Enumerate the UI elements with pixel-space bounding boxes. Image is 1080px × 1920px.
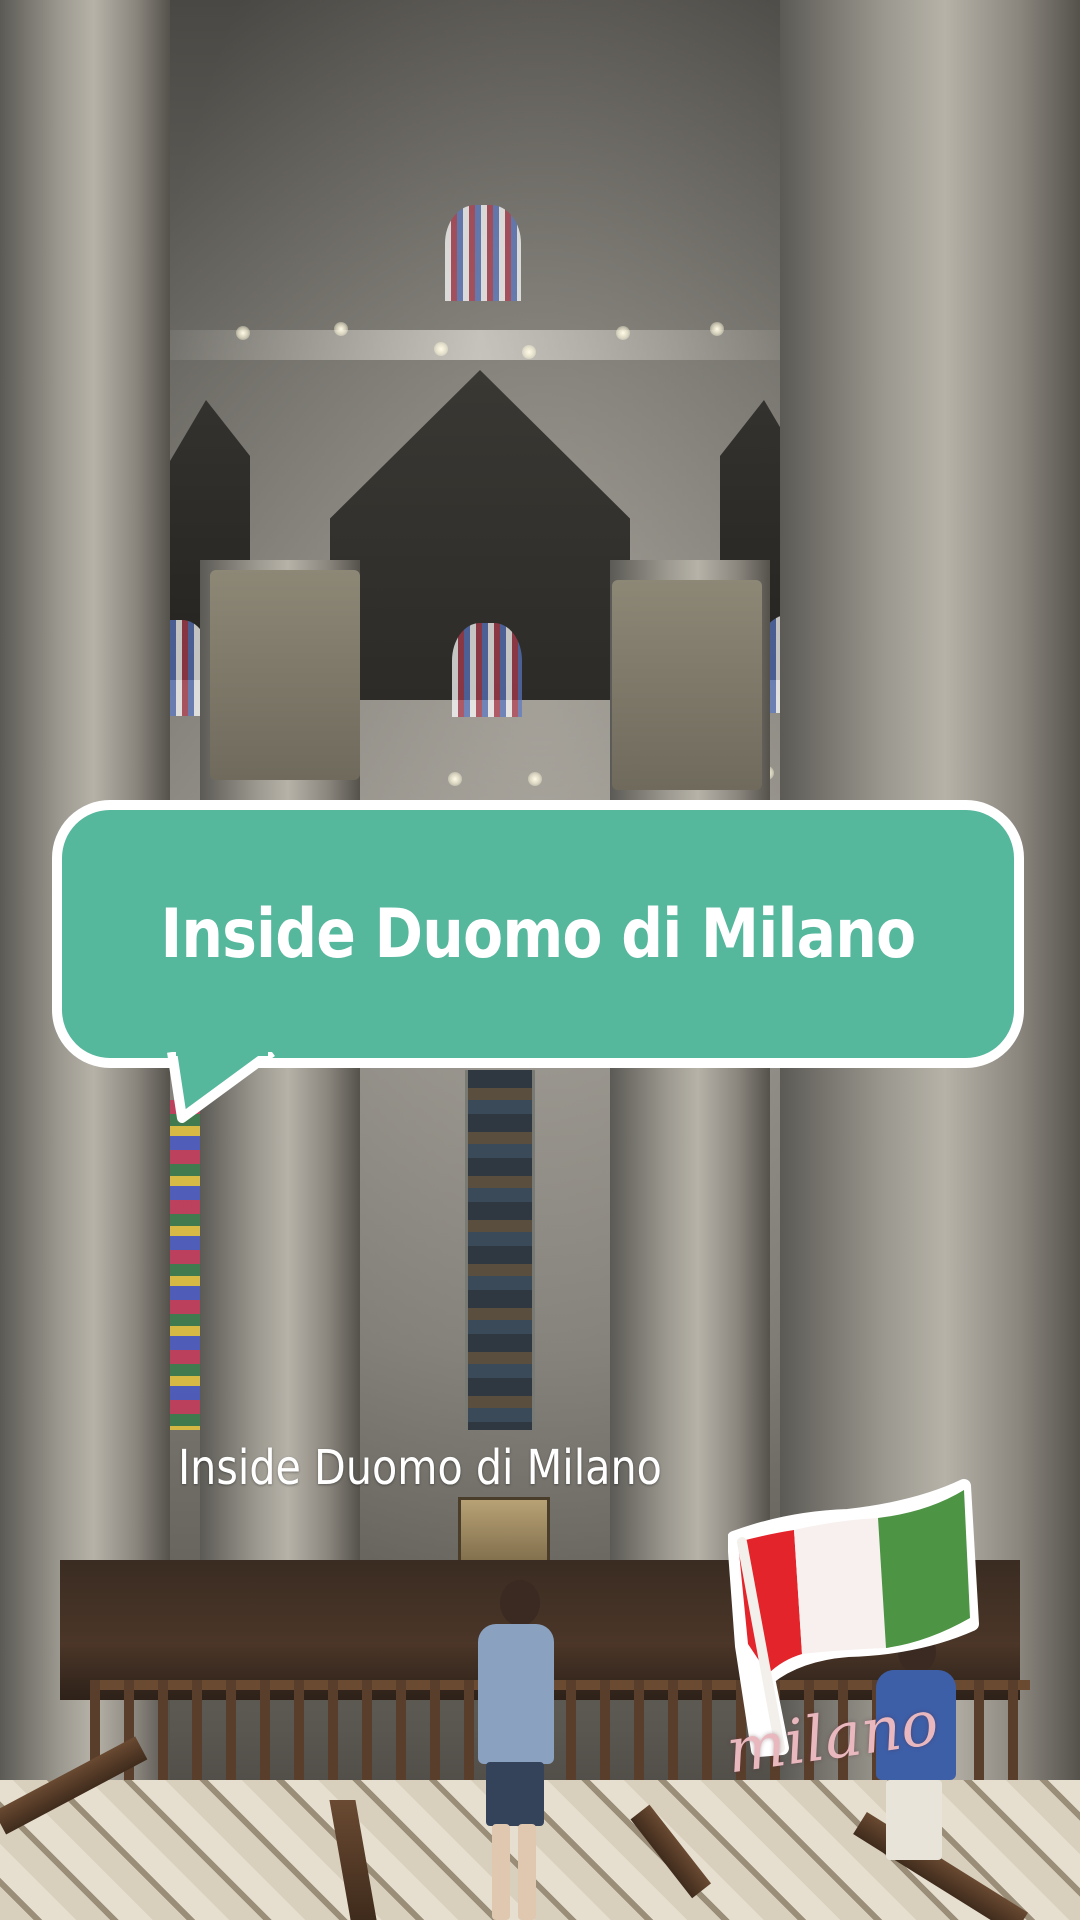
title-speech-bubble: Inside Duomo di Milano	[52, 800, 1024, 1068]
caption-text: Inside Duomo di Milano	[178, 1440, 662, 1496]
title-text: Inside Duomo di Milano	[160, 894, 917, 974]
video-frame: Inside Duomo di Milano Inside Duomo di M…	[0, 0, 1080, 1920]
speech-bubble-tail-icon	[167, 1052, 275, 1123]
visitor-figure	[460, 1580, 560, 1920]
